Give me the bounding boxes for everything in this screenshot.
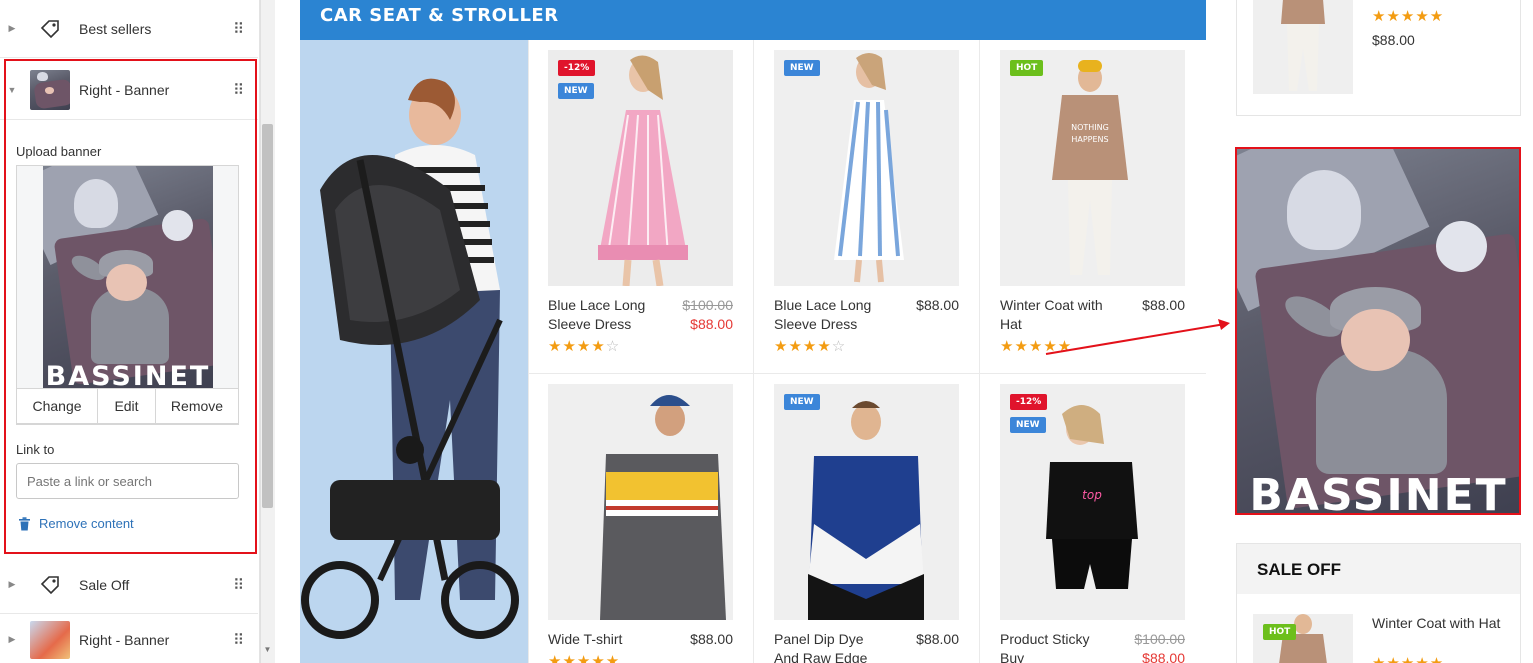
annotation-arrow xyxy=(1045,319,1230,355)
right-product-card[interactable]: ★★★★★ $88.00 xyxy=(1236,0,1521,116)
svg-text:NOTHING: NOTHING xyxy=(1071,123,1109,132)
sale-price: $88.00 xyxy=(1142,650,1185,663)
product-image[interactable] xyxy=(1253,0,1353,94)
tag-icon xyxy=(30,18,70,40)
product-image[interactable]: NOTHING HAPPENS HOT xyxy=(1000,50,1185,286)
sidebar-item-sale-off[interactable]: ▶ Sale Off ⠿ xyxy=(0,556,258,614)
product-price: $88.00 xyxy=(1372,32,1415,48)
product-name[interactable]: Blue Lace Long Sleeve Dress xyxy=(774,296,889,334)
banner-thumbnail xyxy=(30,620,70,659)
sale-product-card[interactable]: HOT Winter Coat with Hat ★★★★★ xyxy=(1236,594,1521,663)
sidebar-item-right-banner-2[interactable]: ▶ Right - Banner ⠿ xyxy=(0,616,258,663)
product-name[interactable]: Product Sticky Buy xyxy=(1000,630,1115,663)
svg-text:top: top xyxy=(1082,488,1102,502)
product-name[interactable]: Panel Dip Dye And Raw Edge xyxy=(774,630,889,663)
stroller-illustration xyxy=(300,40,528,663)
product-card[interactable]: -12% NEW Blue Lace Long Sleeve Dress $10… xyxy=(548,50,733,355)
caret-right-icon[interactable]: ▶ xyxy=(0,579,24,590)
stroller-banner[interactable] xyxy=(300,40,528,663)
caret-right-icon[interactable]: ▶ xyxy=(0,23,24,34)
sale-off-header: SALE OFF xyxy=(1236,543,1521,595)
tag-icon xyxy=(30,574,70,596)
new-badge: NEW xyxy=(1010,417,1046,433)
sidebar-item-best-sellers[interactable]: ▶ Best sellers ⠿ xyxy=(0,0,258,58)
drag-handle-icon[interactable]: ⠿ xyxy=(218,20,258,38)
product-image[interactable]: NEW xyxy=(774,384,959,620)
sidebar-item-label: Right - Banner xyxy=(79,631,170,648)
sale-price: $88.00 xyxy=(690,316,733,332)
highlight-frame xyxy=(4,59,257,554)
product-name[interactable]: Blue Lace Long Sleeve Dress xyxy=(548,296,663,334)
new-badge: NEW xyxy=(784,394,820,410)
scroll-down-icon[interactable]: ▼ xyxy=(262,645,273,657)
product-card[interactable]: top -12% NEW Product Sticky Buy $100.00 $… xyxy=(1000,384,1185,663)
section-title: CAR SEAT & STROLLER xyxy=(320,5,559,26)
drag-handle-icon[interactable]: ⠿ xyxy=(218,576,258,594)
new-badge: NEW xyxy=(784,60,820,76)
product-image[interactable]: HOT xyxy=(1253,614,1353,663)
hot-badge: HOT xyxy=(1010,60,1044,76)
svg-text:HAPPENS: HAPPENS xyxy=(1071,135,1108,144)
product-price: $100.00 $88.00 xyxy=(1134,630,1185,663)
sidebar-item-label: Sale Off xyxy=(79,576,130,593)
old-price: $100.00 xyxy=(1134,631,1185,647)
product-card[interactable]: NEW Blue Lace Long Sleeve Dress $88.00 ★… xyxy=(774,50,959,355)
sidebar-item-label: Best sellers xyxy=(79,20,152,37)
product-card[interactable]: NOTHING HAPPENS HOT Winter Coat with Hat… xyxy=(1000,50,1185,355)
drag-handle-icon[interactable]: ⠿ xyxy=(218,631,258,649)
new-badge: NEW xyxy=(558,83,594,99)
product-name[interactable]: Winter Coat with Hat xyxy=(1372,614,1507,633)
product-price: $100.00 $88.00 xyxy=(682,296,733,334)
old-price: $100.00 xyxy=(682,297,733,313)
hot-badge: HOT xyxy=(1263,624,1297,640)
product-price: $88.00 xyxy=(690,631,733,647)
sale-badge: -12% xyxy=(1010,394,1048,410)
rating-stars: ★★★★★ xyxy=(1372,654,1444,663)
rating-stars: ★★★★★ xyxy=(548,653,621,663)
product-card[interactable]: NEW Panel Dip Dye And Raw Edge $88.00 xyxy=(774,384,959,663)
rating-stars: ★★★★☆ xyxy=(548,338,621,355)
caret-right-icon[interactable]: ▶ xyxy=(0,634,24,645)
product-price: $88.00 xyxy=(1142,297,1185,313)
section-header: CAR SEAT & STROLLER xyxy=(300,0,1206,40)
highlight-frame xyxy=(1235,147,1521,515)
product-image[interactable] xyxy=(548,384,733,620)
product-name[interactable]: Wide T-shirt xyxy=(548,630,663,649)
product-price: $88.00 xyxy=(916,631,959,647)
rating-stars: ★★★★☆ xyxy=(774,338,847,355)
product-card[interactable]: Wide T-shirt $88.00 ★★★★★ xyxy=(548,384,733,663)
sale-off-title: SALE OFF xyxy=(1257,560,1342,579)
product-image[interactable]: top -12% NEW xyxy=(1000,384,1185,620)
product-price: $88.00 xyxy=(916,297,959,313)
product-image[interactable]: -12% NEW xyxy=(548,50,733,286)
rating-stars: ★★★★★ xyxy=(1372,8,1445,25)
editor-sidebar: ▶ Best sellers ⠿ ▼ Right - Banner ⠿ Uplo… xyxy=(0,0,260,663)
scrollbar-thumb[interactable] xyxy=(262,124,273,508)
sale-badge: -12% xyxy=(558,60,596,76)
product-image[interactable]: NEW xyxy=(774,50,959,286)
